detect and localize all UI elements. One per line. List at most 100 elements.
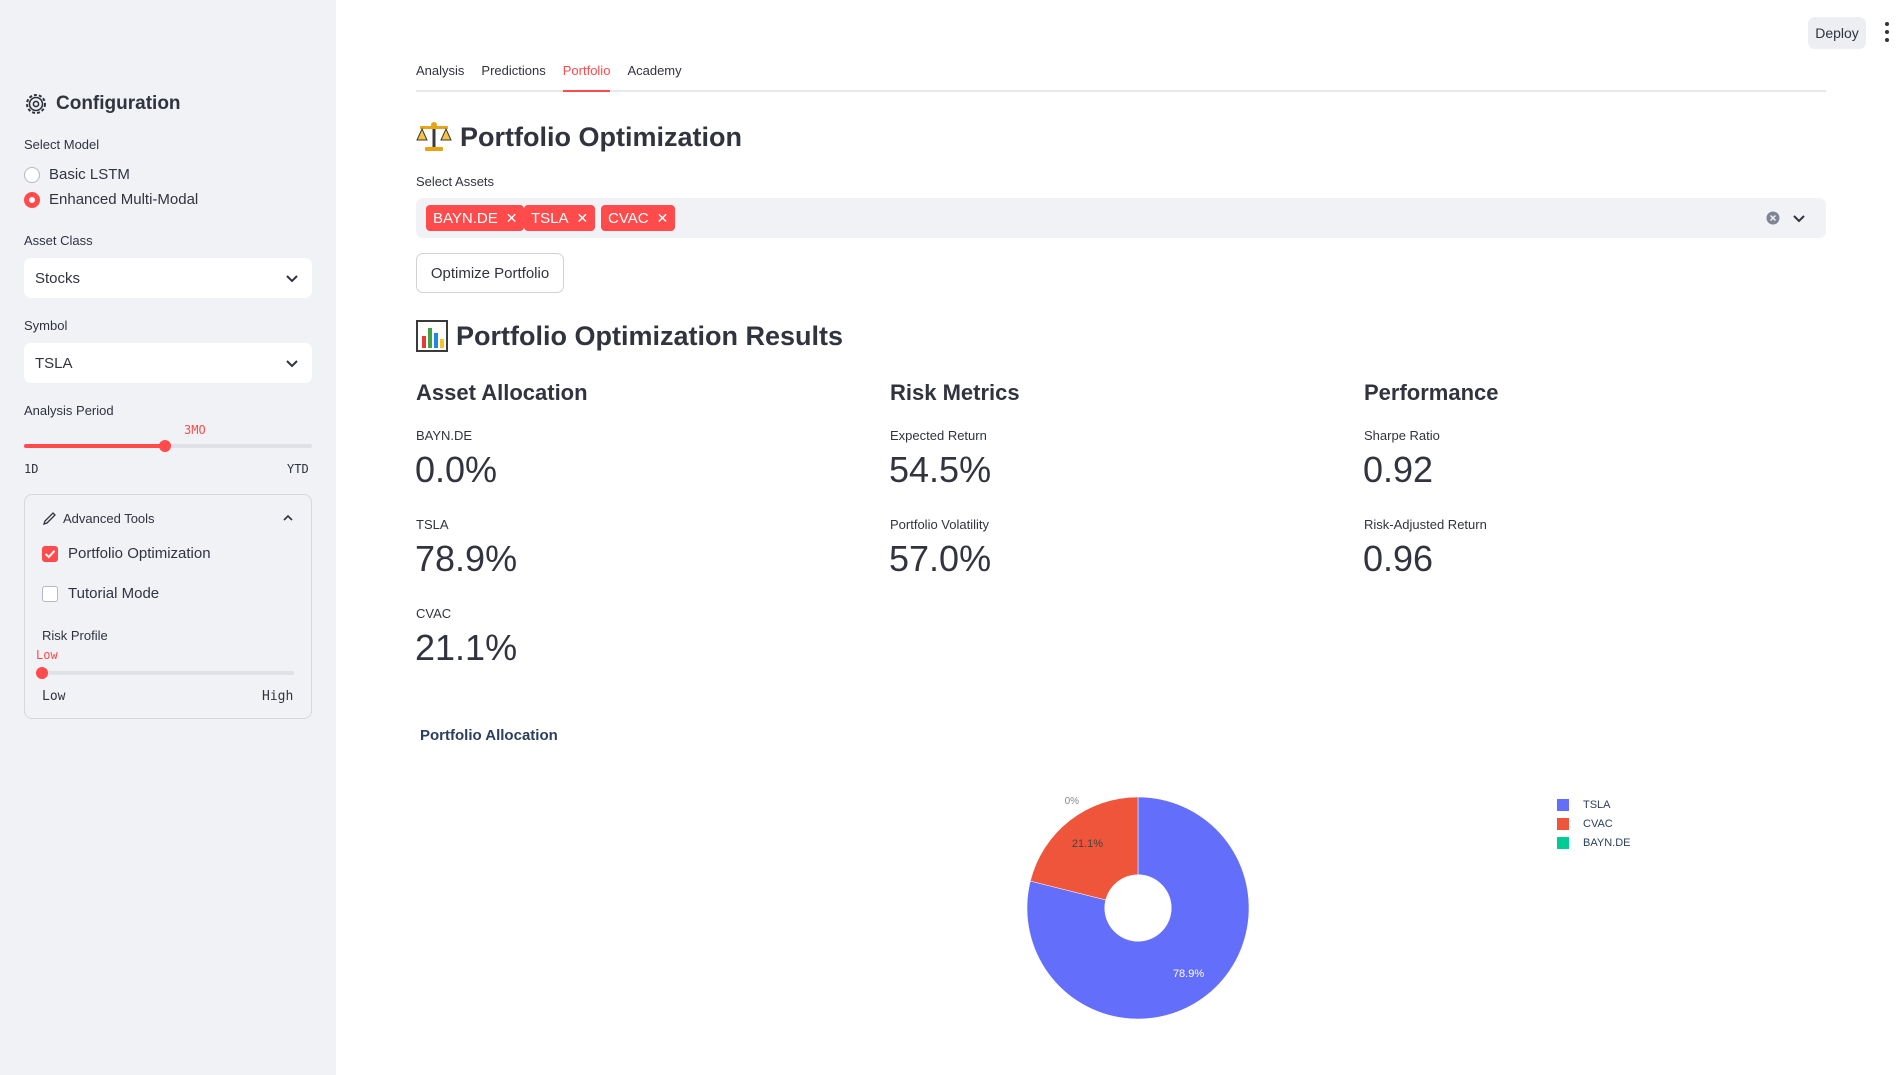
legend-swatch <box>1557 799 1569 811</box>
legend-swatch <box>1557 837 1569 849</box>
asset-chip-label: TSLA <box>531 209 569 227</box>
metric-label: Expected Return <box>890 428 987 443</box>
checkbox-label: Tutorial Mode <box>68 585 160 602</box>
pie-data-label: 21.1% <box>1072 838 1103 850</box>
risk-metrics-heading: Risk Metrics <box>890 380 1020 405</box>
tab-academy[interactable]: Academy <box>627 58 681 92</box>
advanced-tools-expander: Advanced Tools Portfolio Optimization Tu… <box>24 494 312 719</box>
legend-item-cvac[interactable]: CVAC <box>1557 818 1613 830</box>
risk-profile-value: Low <box>36 648 58 662</box>
gear-icon <box>26 94 46 114</box>
metric-label: Portfolio Volatility <box>890 517 989 532</box>
period-max: YTD <box>287 462 309 476</box>
period-slider-fill <box>24 444 166 448</box>
optimize-portfolio-label: Optimize Portfolio <box>430 264 550 282</box>
advanced-tools-title: Advanced Tools <box>63 511 155 526</box>
legend-label: BAYN.DE <box>1583 837 1631 849</box>
risk-profile-label: Risk Profile <box>42 628 108 643</box>
asset-allocation-heading: Asset Allocation <box>416 380 588 405</box>
chevron-down-icon <box>286 275 298 283</box>
legend-label: TSLA <box>1583 799 1611 811</box>
portfolio-optimization-checkbox[interactable]: Portfolio Optimization <box>42 545 211 562</box>
metric-value: 54.5% <box>889 449 992 490</box>
radio-label: Basic LSTM <box>49 166 130 183</box>
remove-icon[interactable]: ✕ <box>506 210 518 227</box>
radio-button-selected[interactable] <box>24 191 40 208</box>
symbol-label: Symbol <box>24 318 68 333</box>
chevron-down-icon[interactable] <box>1792 211 1806 225</box>
asset-chip[interactable]: CVAC ✕ <box>601 205 676 231</box>
period-slider-handle[interactable] <box>159 440 172 452</box>
symbol-select[interactable]: TSLA <box>24 343 312 383</box>
chart-title: Portfolio Allocation <box>420 727 558 744</box>
checkbox-unchecked[interactable] <box>42 585 58 602</box>
deploy-button[interactable]: Deploy <box>1808 17 1866 49</box>
metric-value: 0.96 <box>1363 538 1434 579</box>
performance-heading: Performance <box>1364 380 1499 405</box>
tutorial-mode-checkbox[interactable]: Tutorial Mode <box>42 585 159 602</box>
period-min: 1D <box>24 462 39 476</box>
risk-max: High <box>262 689 294 704</box>
tab-bar: Analysis Predictions Portfolio Academy <box>416 58 1826 92</box>
legend-item-bayn[interactable]: BAYN.DE <box>1557 837 1630 849</box>
pie-data-label: 78.9% <box>1173 968 1204 980</box>
asset-chip-label: CVAC <box>608 209 649 227</box>
radio-button[interactable] <box>24 166 40 183</box>
model-label: Select Model <box>24 137 100 152</box>
page-title-text: Portfolio Optimization <box>460 121 742 152</box>
radio-label: Enhanced Multi-Modal <box>49 191 199 208</box>
deploy-label: Deploy <box>1815 25 1859 41</box>
metric-value: 0.92 <box>1363 449 1434 490</box>
results-title: Portfolio Optimization Results <box>416 320 843 352</box>
tab-portfolio[interactable]: Portfolio <box>562 58 611 92</box>
asset-chip-label: BAYN.DE <box>433 209 498 227</box>
metric-label: Sharpe Ratio <box>1364 428 1440 443</box>
tab-analysis[interactable]: Analysis <box>416 58 464 92</box>
legend-swatch <box>1557 818 1569 830</box>
risk-min: Low <box>42 689 66 704</box>
tab-predictions[interactable]: Predictions <box>481 58 545 92</box>
metric-label: Risk-Adjusted Return <box>1364 517 1487 532</box>
metric-label: TSLA <box>416 517 449 532</box>
checkbox-label: Portfolio Optimization <box>68 545 211 562</box>
asset-class-select[interactable]: Stocks <box>24 258 312 298</box>
pencil-icon <box>42 512 56 526</box>
legend-item-tsla[interactable]: TSLA <box>1557 799 1611 811</box>
checkbox-checked[interactable] <box>42 545 58 562</box>
metric-value: 0.0% <box>415 449 498 490</box>
asset-chip[interactable]: TSLA ✕ <box>524 205 596 231</box>
assets-multiselect[interactable]: BAYN.DE ✕ TSLA ✕ CVAC ✕ <box>416 198 1826 238</box>
remove-icon[interactable]: ✕ <box>577 210 589 227</box>
asset-chip[interactable]: BAYN.DE ✕ <box>426 205 525 231</box>
page-title: Portfolio Optimization <box>416 120 742 154</box>
assets-label: Select Assets <box>416 174 495 189</box>
portfolio-allocation-pie-chart: 78.9% 21.1% 0% <box>1026 796 1250 1020</box>
advanced-tools-header[interactable]: Advanced Tools <box>42 511 155 526</box>
metric-value: 57.0% <box>889 538 992 579</box>
symbol-value: TSLA <box>35 354 73 372</box>
sidebar-title: Configuration <box>24 92 181 116</box>
radio-basic-lstm[interactable]: Basic LSTM <box>24 166 130 183</box>
chevron-up-icon[interactable] <box>282 512 294 524</box>
clear-all-icon[interactable] <box>1766 211 1780 225</box>
period-label: Analysis Period <box>24 403 114 418</box>
risk-slider-handle[interactable] <box>36 667 48 679</box>
asset-class-value: Stocks <box>35 269 81 287</box>
radio-enhanced-multi-modal[interactable]: Enhanced Multi-Modal <box>24 191 198 208</box>
results-title-text: Portfolio Optimization Results <box>456 320 844 351</box>
period-value: 3MO <box>184 423 206 437</box>
sidebar: Configuration Select Model Basic LSTM En… <box>0 0 336 1075</box>
remove-icon[interactable]: ✕ <box>657 210 669 227</box>
legend-label: CVAC <box>1583 818 1613 830</box>
sidebar-title-text: Configuration <box>56 93 181 114</box>
metric-value: 21.1% <box>415 627 518 668</box>
bar-chart-icon <box>416 320 448 352</box>
pie-data-label: 0% <box>1065 796 1080 807</box>
chevron-down-icon <box>286 360 298 368</box>
risk-slider-track[interactable] <box>42 671 294 675</box>
optimize-portfolio-button[interactable]: Optimize Portfolio <box>416 253 564 293</box>
app-root: Configuration Select Model Basic LSTM En… <box>0 0 1901 1075</box>
metric-label: BAYN.DE <box>416 428 473 443</box>
balance-scale-icon <box>416 122 452 151</box>
more-menu-icon[interactable] <box>1884 22 1890 42</box>
